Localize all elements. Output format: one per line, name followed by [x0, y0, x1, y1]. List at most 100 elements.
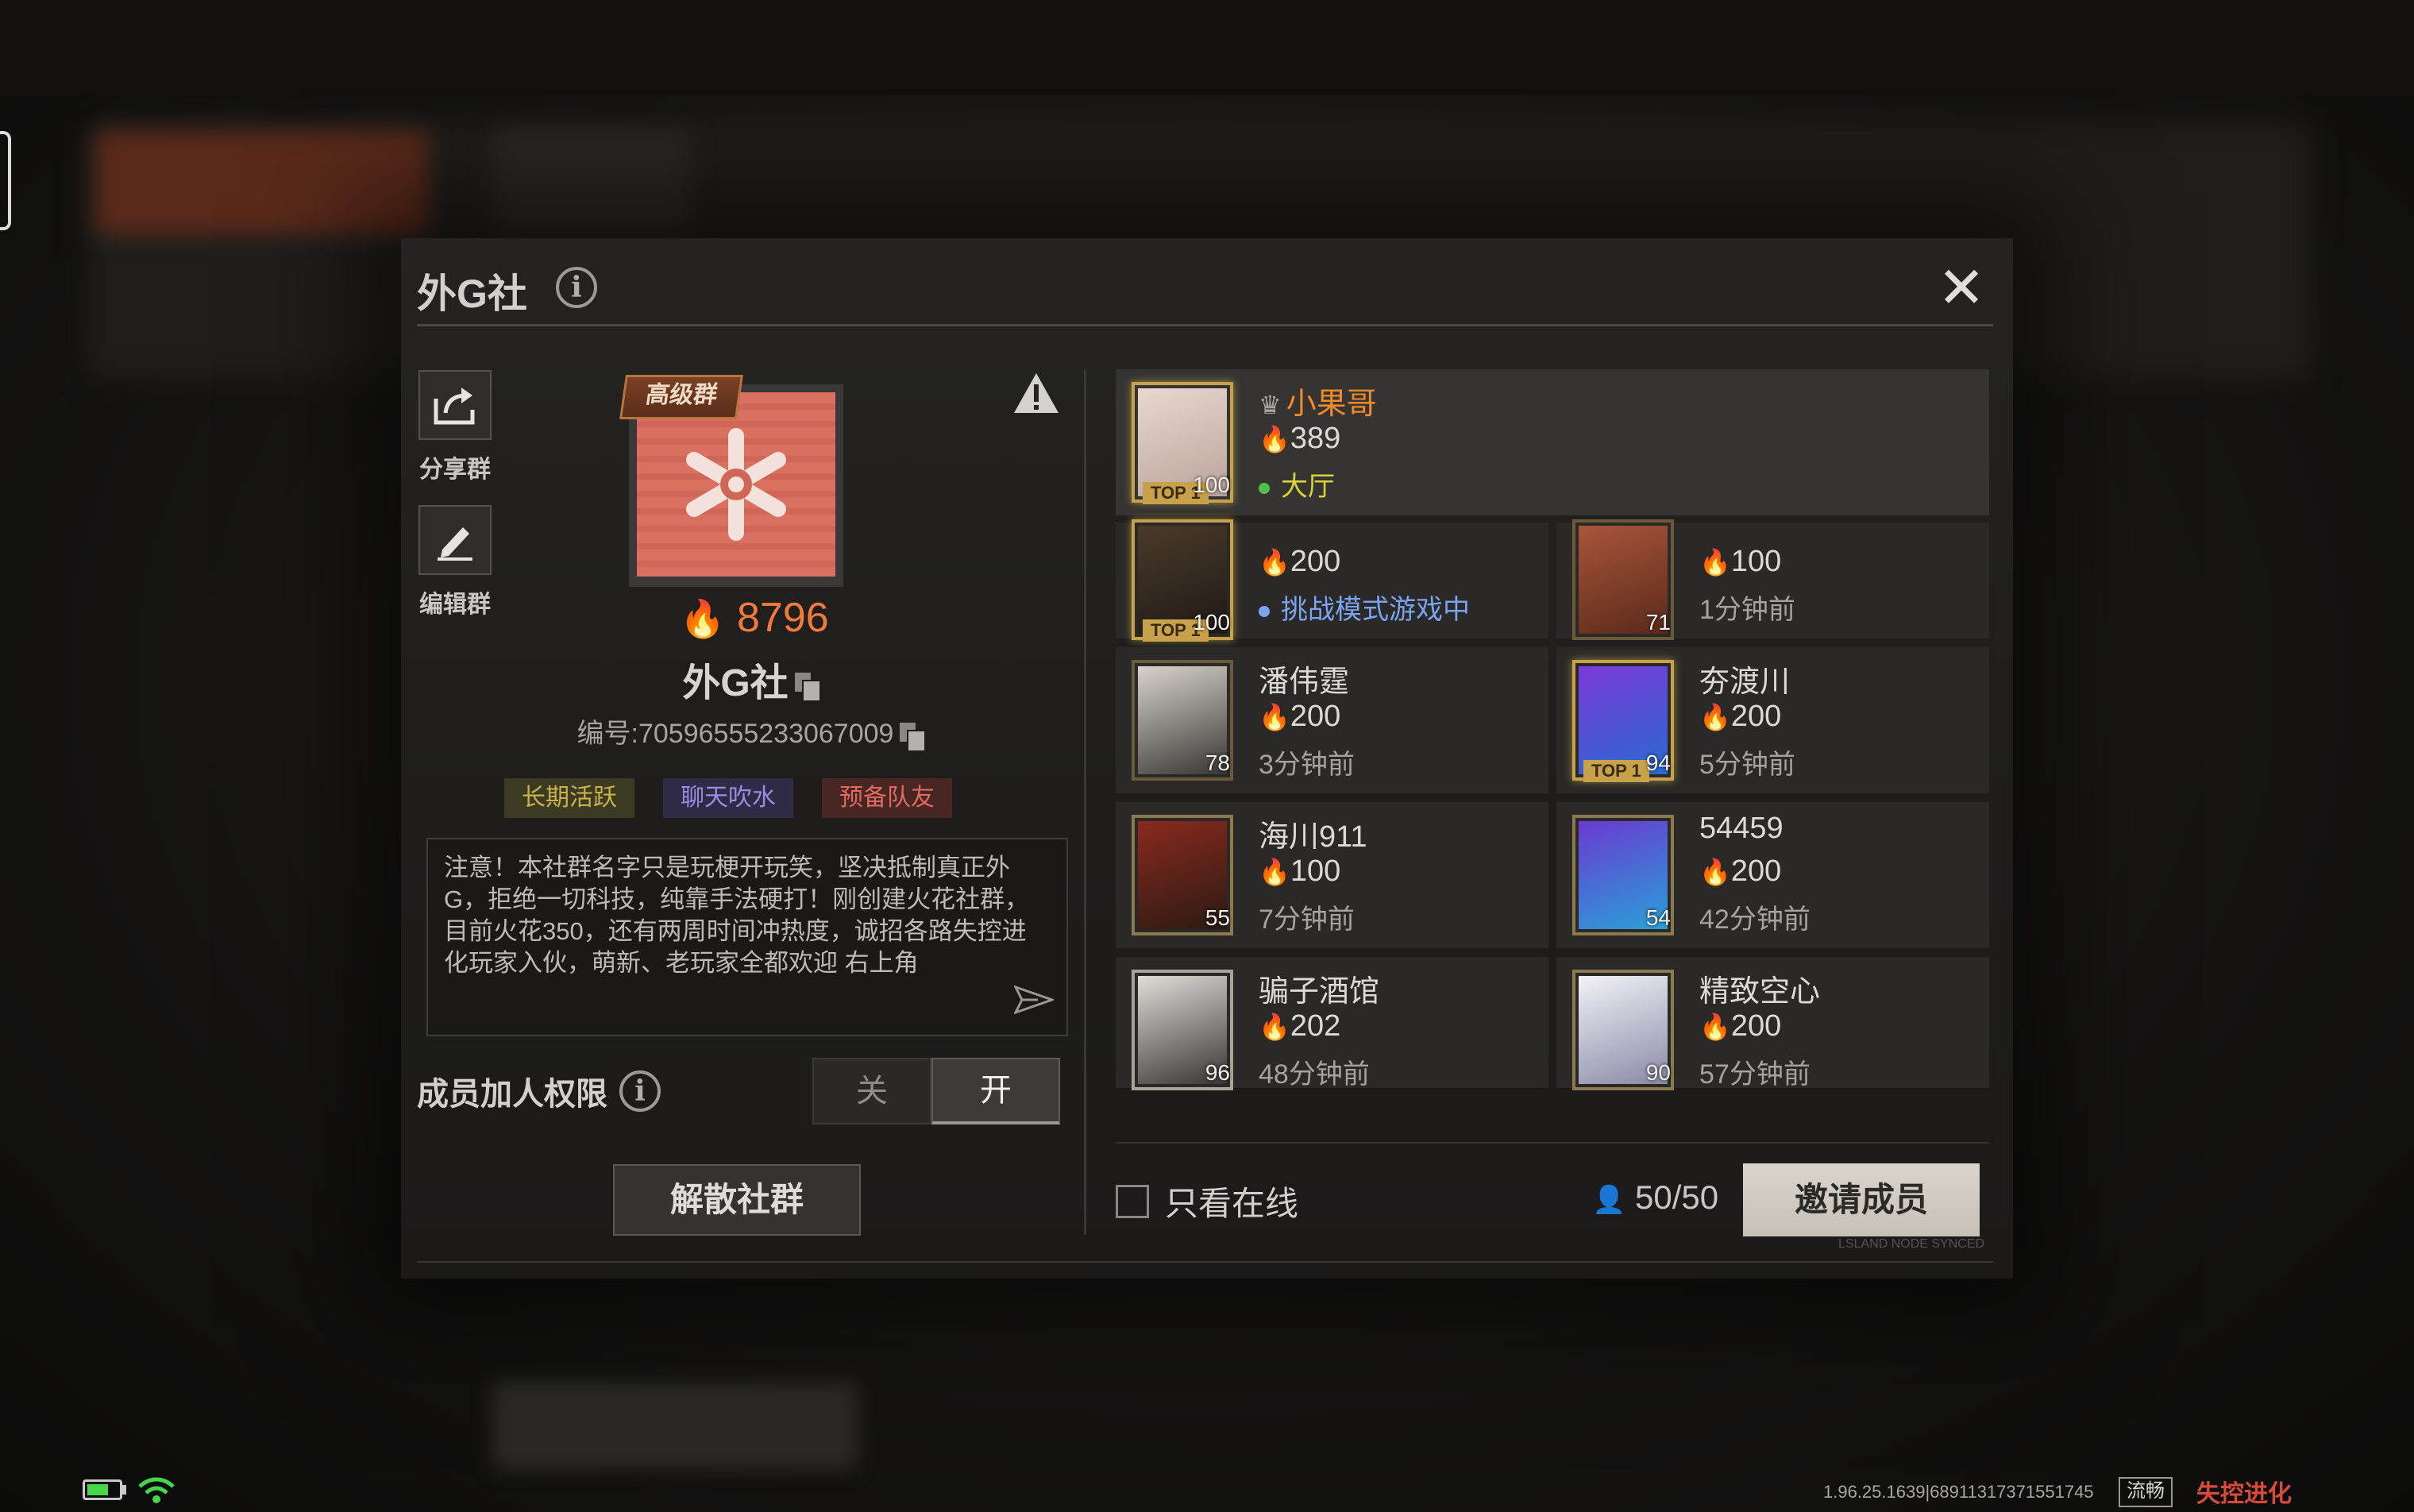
avatar: TOP 1 100 — [1127, 515, 1238, 645]
warning-icon[interactable] — [1012, 372, 1060, 418]
permission-toggle[interactable]: 关 开 — [812, 1058, 1060, 1124]
flame-icon: 🔥 — [1259, 858, 1290, 886]
toggle-on-option[interactable]: 开 — [931, 1058, 1060, 1124]
column-divider — [1084, 369, 1086, 1235]
share-icon — [418, 370, 492, 440]
flame-icon: 🔥 — [1259, 703, 1290, 731]
member-name: 海川911 — [1259, 820, 1367, 854]
member-heat-value: 200 — [1730, 1009, 1782, 1043]
member-level: 54 — [1645, 905, 1671, 930]
member-status: 1分钟前 — [1699, 595, 1795, 625]
club-heat: 🔥 8796 — [667, 594, 842, 642]
toggle-off-option[interactable]: 关 — [812, 1058, 931, 1124]
member-heat: 🔥100 — [1259, 854, 1340, 889]
member-heat: 🔥389 — [1259, 422, 1340, 456]
background-button — [492, 1382, 858, 1469]
member-heat: 🔥200 — [1699, 1009, 1781, 1043]
club-avatar: 高级群 — [619, 375, 846, 587]
ingame-dot-icon — [1259, 606, 1270, 618]
flame-icon: 🔥 — [1699, 703, 1731, 731]
member-card[interactable]: 55 海川911 🔥100 7分钟前 — [1116, 802, 1548, 948]
online-dot-icon — [1259, 483, 1270, 495]
flame-icon: 🔥 — [680, 598, 726, 639]
send-icon[interactable] — [1013, 984, 1056, 1024]
member-card[interactable]: 96 骗子酒馆 🔥202 48分钟前 — [1116, 957, 1548, 1090]
club-tag: 预备队友 — [822, 778, 952, 818]
member-card[interactable]: TOP 1 94 夯渡川 🔥200 5分钟前 — [1556, 647, 1989, 793]
wifi-icon — [137, 1477, 176, 1508]
member-name-text: 小果哥 — [1286, 388, 1377, 421]
member-heat-value: 200 — [1290, 545, 1341, 578]
share-group-label: 分享群 — [419, 457, 491, 483]
flame-icon: 🔥 — [1699, 858, 1731, 886]
member-status: 大厅 — [1259, 465, 1335, 503]
crown-icon: ♛ — [1259, 391, 1282, 419]
club-notice[interactable]: 注意！本社群名字只是玩梗开玩笑，坚决抵制真正外G，拒绝一切科技，纯靠手法硬打！刚… — [426, 838, 1068, 1036]
member-name: 54459 — [1699, 812, 1784, 845]
member-heat-value: 100 — [1730, 545, 1782, 578]
share-group-button[interactable]: 分享群 — [415, 370, 495, 484]
member-card[interactable]: 54 54459 🔥200 42分钟前 — [1556, 802, 1989, 948]
member-status: 57分钟前 — [1699, 1059, 1811, 1090]
avatar: 90 — [1568, 965, 1679, 1095]
flame-icon: 🔥 — [1699, 1012, 1731, 1041]
top-badge: TOP 1 — [1583, 760, 1649, 782]
avatar: TOP 1 94 — [1568, 655, 1679, 785]
member-invite-permission-label: 成员加人权限 — [417, 1077, 607, 1112]
member-level: 90 — [1645, 1060, 1671, 1085]
member-level: 71 — [1645, 610, 1671, 634]
online-only-filter[interactable]: 只看在线 — [1116, 1177, 1298, 1225]
version-text: 1.96.25.1639|68911317371551745 — [1823, 1482, 2094, 1502]
member-status-text: 大厅 — [1281, 472, 1335, 502]
info-icon[interactable]: i — [619, 1070, 661, 1112]
member-heat: 🔥100 — [1699, 545, 1781, 579]
dissolve-group-button[interactable]: 解散社群 — [613, 1164, 861, 1236]
member-heat-value: 100 — [1290, 854, 1341, 888]
club-id-text: 编号:70596555233067009 — [577, 719, 894, 749]
member-heat: 🔥200 — [1259, 700, 1340, 734]
close-button[interactable]: ✕ — [1934, 260, 1989, 318]
club-heat-value: 8796 — [737, 595, 829, 641]
member-heat-value: 202 — [1290, 1009, 1341, 1043]
copy-icon[interactable] — [900, 723, 925, 751]
member-heat-value: 200 — [1730, 854, 1782, 888]
member-name: 潘伟霆 — [1259, 665, 1350, 699]
member-card[interactable]: TOP 1 100 ♛ 小果哥 🔥389 大厅 — [1116, 369, 1989, 515]
club-tag: 长期活跃 — [504, 778, 634, 818]
dialog-title: 外G社 — [417, 272, 527, 316]
battery-level — [87, 1484, 108, 1495]
member-count: 👤 50/50 — [1592, 1178, 1718, 1217]
side-handle[interactable] — [0, 131, 11, 230]
member-status-text: 挑战模式游戏中 — [1281, 595, 1470, 625]
members-divider — [1116, 1142, 1989, 1144]
title-divider — [417, 324, 1993, 326]
member-status: 挑战模式游戏中 — [1259, 588, 1470, 627]
copy-icon[interactable] — [794, 673, 819, 701]
person-icon: 👤 — [1592, 1185, 1626, 1215]
game-logo: 失控进化 — [2196, 1481, 2292, 1507]
snowflake-icon — [637, 392, 835, 577]
member-card[interactable]: 90 精致空心 🔥200 57分钟前 — [1556, 957, 1989, 1090]
premium-group-badge: 高级群 — [619, 375, 743, 419]
avatar: TOP 1 100 — [1127, 377, 1238, 507]
member-status: 3分钟前 — [1259, 750, 1355, 780]
member-heat: 🔥202 — [1259, 1009, 1340, 1043]
member-level: 94 — [1645, 750, 1671, 775]
member-card[interactable]: 78 潘伟霆 🔥200 3分钟前 — [1116, 647, 1548, 793]
invite-members-button[interactable]: 邀请成员 — [1743, 1163, 1980, 1236]
member-level: 78 — [1205, 750, 1230, 775]
club-tag: 聊天吹水 — [663, 778, 793, 818]
flame-icon: 🔥 — [1259, 548, 1290, 577]
member-card[interactable]: TOP 1 100 🔥200 挑战模式游戏中 — [1116, 519, 1548, 642]
edit-group-button[interactable]: 编辑群 — [415, 505, 495, 619]
online-only-checkbox[interactable] — [1116, 1184, 1149, 1218]
member-level: 96 — [1205, 1060, 1230, 1085]
flame-icon: 🔥 — [1259, 1012, 1290, 1041]
member-status: 5分钟前 — [1699, 750, 1795, 780]
member-heat-value: 389 — [1290, 422, 1341, 455]
info-icon[interactable]: i — [556, 267, 597, 308]
member-heat: 🔥200 — [1699, 700, 1781, 734]
club-name-text: 外G社 — [682, 662, 789, 704]
member-level: 100 — [1193, 610, 1230, 634]
member-card[interactable]: 71 🔥100 1分钟前 — [1556, 519, 1989, 640]
